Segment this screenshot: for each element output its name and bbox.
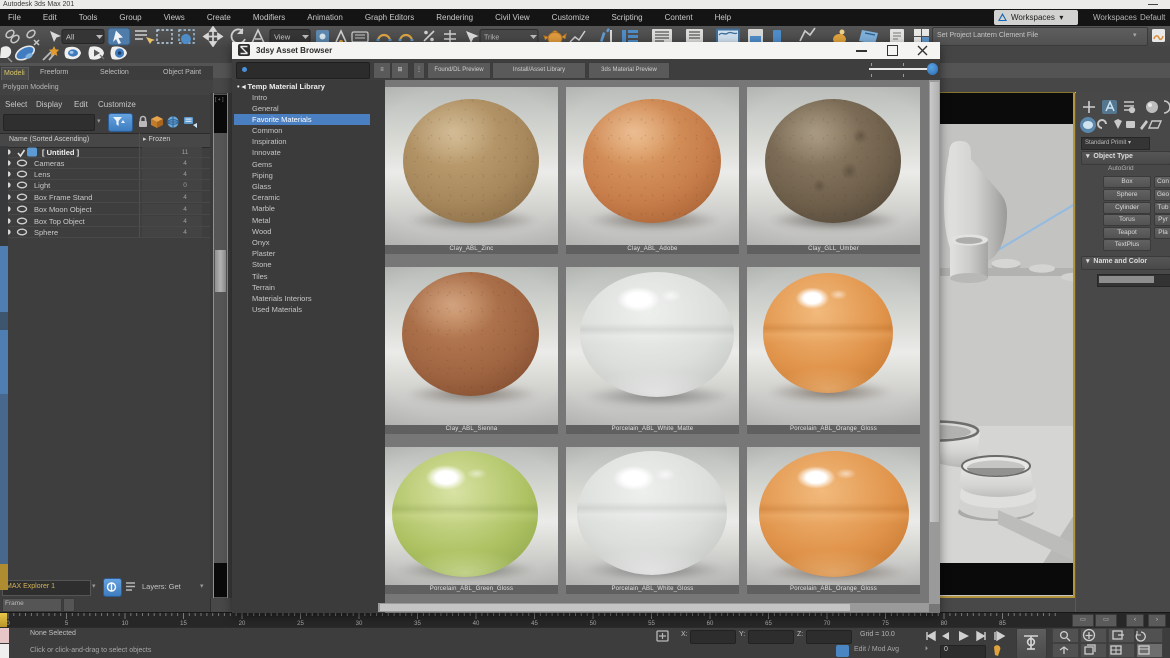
svg-text:[ Untitled ]: [ Untitled ] [42,148,80,157]
svg-text:Box Frame Stand: Box Frame Stand [34,193,92,202]
svg-text:Box Top Object: Box Top Object [34,217,86,226]
svg-text:Lens: Lens [34,170,51,179]
svg-text:4: 4 [183,160,187,167]
svg-text:4: 4 [183,171,187,178]
svg-text:View: View [274,33,291,42]
svg-text:4: 4 [183,206,187,213]
svg-text:Sphere: Sphere [34,228,58,237]
svg-text:4: 4 [183,229,187,236]
svg-text:0: 0 [183,182,187,189]
svg-text:4: 4 [183,218,187,225]
svg-text:Cameras: Cameras [34,159,65,168]
svg-text:Trike: Trike [484,35,499,42]
svg-text:Light: Light [34,181,51,190]
svg-text:11: 11 [182,149,189,156]
svg-text:4: 4 [183,194,187,201]
svg-text:All: All [66,33,75,42]
svg-text:Box Moon Object: Box Moon Object [34,205,92,214]
